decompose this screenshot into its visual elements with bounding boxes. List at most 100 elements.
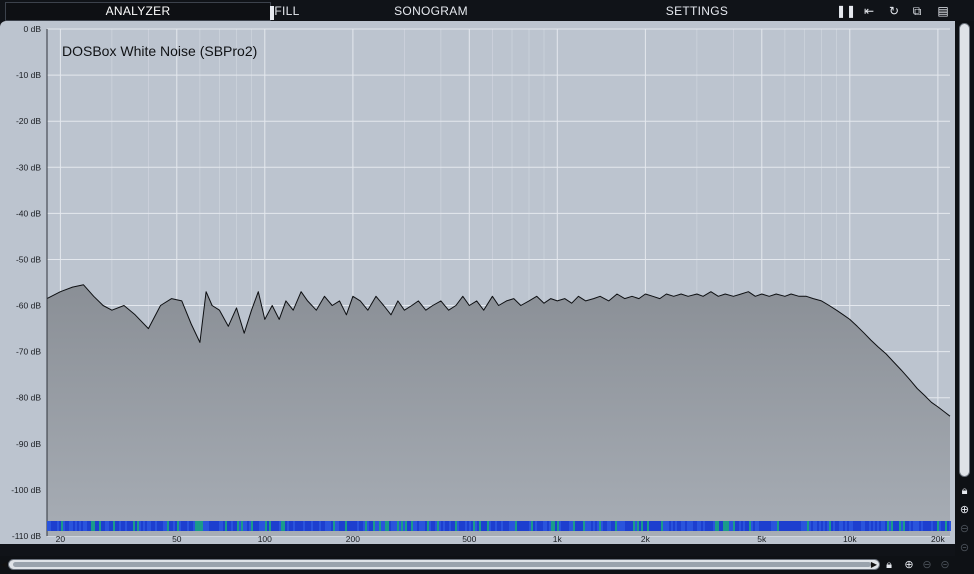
lock-icon[interactable]: 🔒︎ [881,557,897,573]
sonogram-cell [857,521,859,531]
sonogram-cell [131,521,133,531]
tab-sonogram[interactable]: SONOGRAM [388,3,474,20]
sonogram-cell [115,521,117,531]
sonogram-cell [223,521,225,531]
sonogram-cell [181,521,183,531]
sonogram-cell [883,521,885,531]
sonogram-cell [773,521,775,531]
freeze-icon[interactable]: ⇤ [861,3,877,20]
sonogram-cell [73,521,75,531]
sonogram-cell [623,521,625,531]
sonogram-cell [703,521,705,531]
sonogram-cell [897,521,899,531]
sonogram-cell [267,521,269,531]
spectrum-chart[interactable]: 0 dB -10 dB -20 dB -30 dB -40 dB -50 dB -60 dB… [0,21,955,544]
sonogram-cell [519,521,521,531]
sonogram-cell [149,521,151,531]
sonogram-cell [453,521,455,531]
sonogram-cell [725,521,727,531]
sonogram-cell [461,521,463,531]
sonogram-cell [337,521,339,531]
sonogram-cell [835,521,837,531]
sonogram-cell [387,521,389,531]
sonogram-cell [227,521,229,531]
sonogram-cell [847,521,849,531]
sonogram-cell [635,521,637,531]
spectrum-analyzer-window: ANALYZER FILL SONOGRAM SETTINGS ❚❚ ⇤ ↻ ⧉… [0,0,974,574]
sonogram-cell [381,521,383,531]
sonogram-cell [65,521,67,531]
paste-icon[interactable]: ▤ [935,3,951,20]
sonogram-cell [321,521,323,531]
sonogram-cell [759,521,761,531]
tab-analyzer[interactable]: ANALYZER [5,2,271,21]
sonogram-cell [775,521,777,531]
sonogram-cell [293,521,295,531]
zoom-reset-icon[interactable]: ⊝ [955,540,974,556]
vertical-scrollbar[interactable] [959,23,970,477]
lock-icon[interactable]: 🔒︎ [955,483,974,499]
zoom-out-icon[interactable]: ⊖ [919,557,935,573]
sonogram-cell [691,521,693,531]
sonogram-cell [89,521,91,531]
zoom-in-icon[interactable]: ⊕ [901,557,917,573]
sonogram-cell [289,521,291,531]
sonogram-cell [757,521,759,531]
copy-icon[interactable]: ⧉ [909,3,925,20]
horizontal-scrollbar[interactable] [8,559,880,570]
sonogram-cell [581,521,583,531]
sonogram-cell [799,521,801,531]
menu-bar: ANALYZER FILL SONOGRAM SETTINGS ❚❚ ⇤ ↻ ⧉… [0,2,974,21]
sonogram-cell [523,521,525,531]
sonogram-cell [185,521,187,531]
zoom-in-icon[interactable]: ⊕ [955,502,974,518]
sonogram-cell [117,521,119,531]
sonogram-cell [589,521,591,531]
scroll-left-arrow-icon[interactable]: ◀ [0,559,9,570]
horizontal-scrollbar-thumb[interactable] [13,562,871,567]
sonogram-cell [819,521,821,531]
sonogram-cell [375,521,377,531]
y-tick-label: -60 dB [16,301,41,311]
sonogram-cell [531,521,533,531]
y-tick-label: -40 dB [16,208,41,218]
sonogram-cell [229,521,231,531]
sonogram-cell [907,521,909,531]
sonogram-cell [287,521,289,531]
sonogram-cell [443,521,445,531]
zoom-reset-icon[interactable]: ⊝ [937,557,953,573]
sonogram-cell [119,521,121,531]
tab-fill[interactable]: FILL [274,3,300,20]
sonogram-cell [347,521,349,531]
sonogram-cell [401,521,403,531]
pause-icon[interactable]: ❚❚ [836,3,856,20]
sonogram-cell [135,521,137,531]
sonogram-cell [459,521,461,531]
sonogram-cell [745,521,747,531]
sonogram-cell [93,521,95,531]
sonogram-cell [785,521,787,531]
tab-settings[interactable]: SETTINGS [660,3,734,20]
scroll-right-arrow-icon[interactable]: ▶ [869,559,879,570]
sonogram-cell [451,521,453,531]
sonogram-cell [591,521,593,531]
sonogram-cell [665,521,667,531]
y-tick-label: -70 dB [16,347,41,357]
sonogram-cell [909,521,911,531]
reset-icon[interactable]: ↻ [886,3,902,20]
sonogram-cell [325,521,327,531]
zoom-out-icon[interactable]: ⊖ [955,521,974,537]
spectrum-plot[interactable]: 0 dB -10 dB -20 dB -30 dB -40 dB -50 dB -60 dB… [0,21,955,544]
sonogram-cell [411,521,413,531]
sonogram-cell [339,521,341,531]
sonogram-cell [833,521,835,531]
sonogram-cell [99,521,101,531]
sonogram-strip [47,521,951,531]
sonogram-cell [365,521,367,531]
sonogram-cell [641,521,643,531]
sonogram-cell [257,521,259,531]
x-tick-label: 2k [641,534,651,544]
sonogram-cell [787,521,789,531]
sonogram-cell [87,521,89,531]
sonogram-cell [379,521,381,531]
